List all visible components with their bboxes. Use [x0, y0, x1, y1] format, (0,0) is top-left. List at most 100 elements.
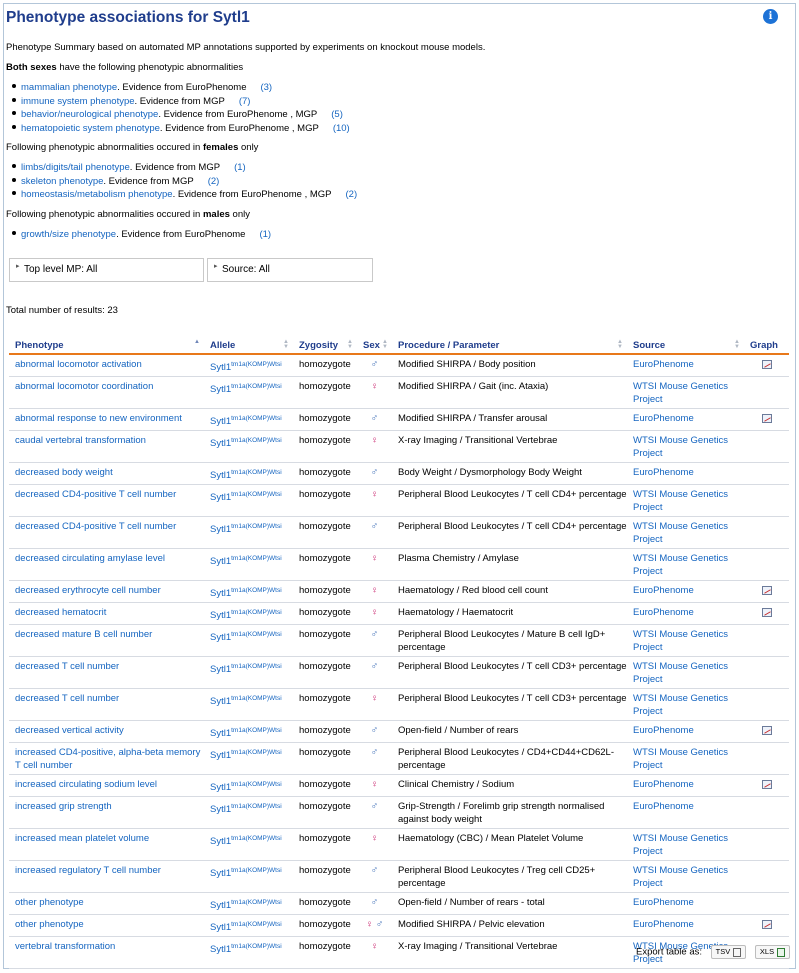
summary-phenotype-link[interactable]: homeostasis/metabolism phenotype [21, 189, 173, 200]
export-tsv-button[interactable]: TSV [710, 945, 747, 959]
summary-count-link[interactable]: (3) [260, 82, 272, 93]
allele-link[interactable]: Sytl1tm1a(KOMP)Wtsi [204, 860, 293, 893]
graph-icon[interactable] [761, 414, 772, 423]
col-header-zygosity[interactable]: Zygosity ▲ ▼ [293, 337, 357, 355]
source-link[interactable]: EuroPhenome [627, 580, 744, 603]
info-icon[interactable]: i [763, 9, 778, 24]
allele-link[interactable]: Sytl1tm1a(KOMP)Wtsi [204, 624, 293, 657]
allele-link[interactable]: Sytl1tm1a(KOMP)Wtsi [204, 376, 293, 409]
source-link[interactable]: EuroPhenome [627, 796, 744, 829]
col-header-procedure[interactable]: Procedure / Parameter ▲ ▼ [392, 337, 627, 355]
source-link[interactable]: WTSI Mouse Genetics Project [627, 742, 744, 775]
col-header-source[interactable]: Source ▲ ▼ [627, 337, 744, 355]
allele-link[interactable]: Sytl1tm1a(KOMP)Wtsi [204, 936, 293, 969]
source-link[interactable]: WTSI Mouse Genetics Project [627, 430, 744, 463]
export-xls-button[interactable]: XLS [754, 945, 791, 959]
allele-link[interactable]: Sytl1tm1a(KOMP)Wtsi [204, 484, 293, 517]
summary-count-link[interactable]: (2) [208, 176, 220, 187]
source-link[interactable]: WTSI Mouse Genetics Project [627, 656, 744, 689]
phenotype-link[interactable]: increased mean platelet volume [9, 828, 204, 861]
allele-link[interactable]: Sytl1tm1a(KOMP)Wtsi [204, 720, 293, 743]
phenotype-link[interactable]: decreased T cell number [9, 688, 204, 721]
source-link[interactable]: EuroPhenome [627, 774, 744, 797]
col-header-graph: Graph [744, 337, 789, 355]
source-link[interactable]: EuroPhenome [627, 602, 744, 625]
summary-count-link[interactable]: (1) [259, 229, 271, 240]
allele-link[interactable]: Sytl1tm1a(KOMP)Wtsi [204, 430, 293, 463]
col-header-sex[interactable]: Sex ▲ ▼ [357, 337, 392, 355]
graph-icon[interactable] [761, 608, 772, 617]
allele-link[interactable]: Sytl1tm1a(KOMP)Wtsi [204, 796, 293, 829]
allele-link[interactable]: Sytl1tm1a(KOMP)Wtsi [204, 408, 293, 431]
source-link[interactable]: WTSI Mouse Genetics Project [627, 688, 744, 721]
phenotype-link[interactable]: decreased circulating amylase level [9, 548, 204, 581]
source-link[interactable]: WTSI Mouse Genetics Project [627, 624, 744, 657]
source-link[interactable]: EuroPhenome [627, 914, 744, 937]
summary-count-link[interactable]: (1) [234, 162, 246, 173]
phenotype-link[interactable]: abnormal response to new environment [9, 408, 204, 431]
allele-link[interactable]: Sytl1tm1a(KOMP)Wtsi [204, 774, 293, 797]
source-link[interactable]: EuroPhenome [627, 462, 744, 485]
phenotype-link[interactable]: other phenotype [9, 892, 204, 915]
phenotype-link[interactable]: increased regulatory T cell number [9, 860, 204, 893]
summary-count-link[interactable]: (5) [331, 109, 343, 120]
phenotype-link[interactable]: decreased mature B cell number [9, 624, 204, 657]
summary-phenotype-link[interactable]: mammalian phenotype [21, 82, 117, 93]
col-header-phenotype[interactable]: Phenotype ▲ [9, 337, 204, 355]
graph-icon[interactable] [761, 726, 772, 735]
summary-phenotype-link[interactable]: hematopoietic system phenotype [21, 123, 160, 134]
source-link[interactable]: EuroPhenome [627, 408, 744, 431]
allele-link[interactable]: Sytl1tm1a(KOMP)Wtsi [204, 742, 293, 775]
source-link[interactable]: EuroPhenome [627, 720, 744, 743]
summary-count-link[interactable]: (2) [346, 189, 358, 200]
allele-link[interactable]: Sytl1tm1a(KOMP)Wtsi [204, 892, 293, 915]
summary-phenotype-link[interactable]: skeleton phenotype [21, 176, 103, 187]
top-level-mp-filter[interactable]: ▸ Top level MP: All [9, 258, 204, 282]
phenotype-link[interactable]: increased circulating sodium level [9, 774, 204, 797]
summary-phenotype-link[interactable]: growth/size phenotype [21, 229, 116, 240]
summary-count-link[interactable]: (10) [333, 123, 350, 134]
phenotype-link[interactable]: decreased hematocrit [9, 602, 204, 625]
phenotype-link[interactable]: abnormal locomotor activation [9, 354, 204, 377]
phenotype-link[interactable]: increased CD4-positive, alpha-beta memor… [9, 742, 204, 775]
summary-phenotype-link[interactable]: limbs/digits/tail phenotype [21, 162, 130, 173]
source-link[interactable]: WTSI Mouse Genetics Project [627, 548, 744, 581]
source-link[interactable]: EuroPhenome [627, 354, 744, 377]
summary-count-link[interactable]: (7) [239, 96, 251, 107]
summary-phenotype-link[interactable]: immune system phenotype [21, 96, 135, 107]
allele-link[interactable]: Sytl1tm1a(KOMP)Wtsi [204, 688, 293, 721]
source-link[interactable]: WTSI Mouse Genetics Project [627, 860, 744, 893]
allele-link[interactable]: Sytl1tm1a(KOMP)Wtsi [204, 656, 293, 689]
allele-link[interactable]: Sytl1tm1a(KOMP)Wtsi [204, 602, 293, 625]
graph-icon[interactable] [761, 920, 772, 929]
phenotype-link[interactable]: caudal vertebral transformation [9, 430, 204, 463]
phenotype-link[interactable]: other phenotype [9, 914, 204, 937]
phenotype-link[interactable]: increased grip strength [9, 796, 204, 829]
phenotype-link[interactable]: vertebral transformation [9, 936, 204, 969]
allele-link[interactable]: Sytl1tm1a(KOMP)Wtsi [204, 354, 293, 377]
graph-icon[interactable] [761, 586, 772, 595]
source-link[interactable]: EuroPhenome [627, 892, 744, 915]
allele-link[interactable]: Sytl1tm1a(KOMP)Wtsi [204, 828, 293, 861]
source-link[interactable]: WTSI Mouse Genetics Project [627, 376, 744, 409]
phenotype-link[interactable]: decreased erythrocyte cell number [9, 580, 204, 603]
allele-link[interactable]: Sytl1tm1a(KOMP)Wtsi [204, 580, 293, 603]
allele-link[interactable]: Sytl1tm1a(KOMP)Wtsi [204, 914, 293, 937]
phenotype-link[interactable]: decreased CD4-positive T cell number [9, 484, 204, 517]
source-link[interactable]: WTSI Mouse Genetics Project [627, 484, 744, 517]
source-link[interactable]: WTSI Mouse Genetics Project [627, 516, 744, 549]
phenotype-link[interactable]: decreased vertical activity [9, 720, 204, 743]
summary-phenotype-link[interactable]: behavior/neurological phenotype [21, 109, 158, 120]
phenotype-link[interactable]: decreased T cell number [9, 656, 204, 689]
phenotype-link[interactable]: abnormal locomotor coordination [9, 376, 204, 409]
allele-link[interactable]: Sytl1tm1a(KOMP)Wtsi [204, 462, 293, 485]
source-link[interactable]: WTSI Mouse Genetics Project [627, 828, 744, 861]
allele-link[interactable]: Sytl1tm1a(KOMP)Wtsi [204, 548, 293, 581]
graph-icon[interactable] [761, 360, 772, 369]
source-filter[interactable]: ▸ Source: All [207, 258, 373, 282]
col-header-allele[interactable]: Allele ▲ ▼ [204, 337, 293, 355]
graph-icon[interactable] [761, 780, 772, 789]
phenotype-link[interactable]: decreased CD4-positive T cell number [9, 516, 204, 549]
allele-link[interactable]: Sytl1tm1a(KOMP)Wtsi [204, 516, 293, 549]
phenotype-link[interactable]: decreased body weight [9, 462, 204, 485]
